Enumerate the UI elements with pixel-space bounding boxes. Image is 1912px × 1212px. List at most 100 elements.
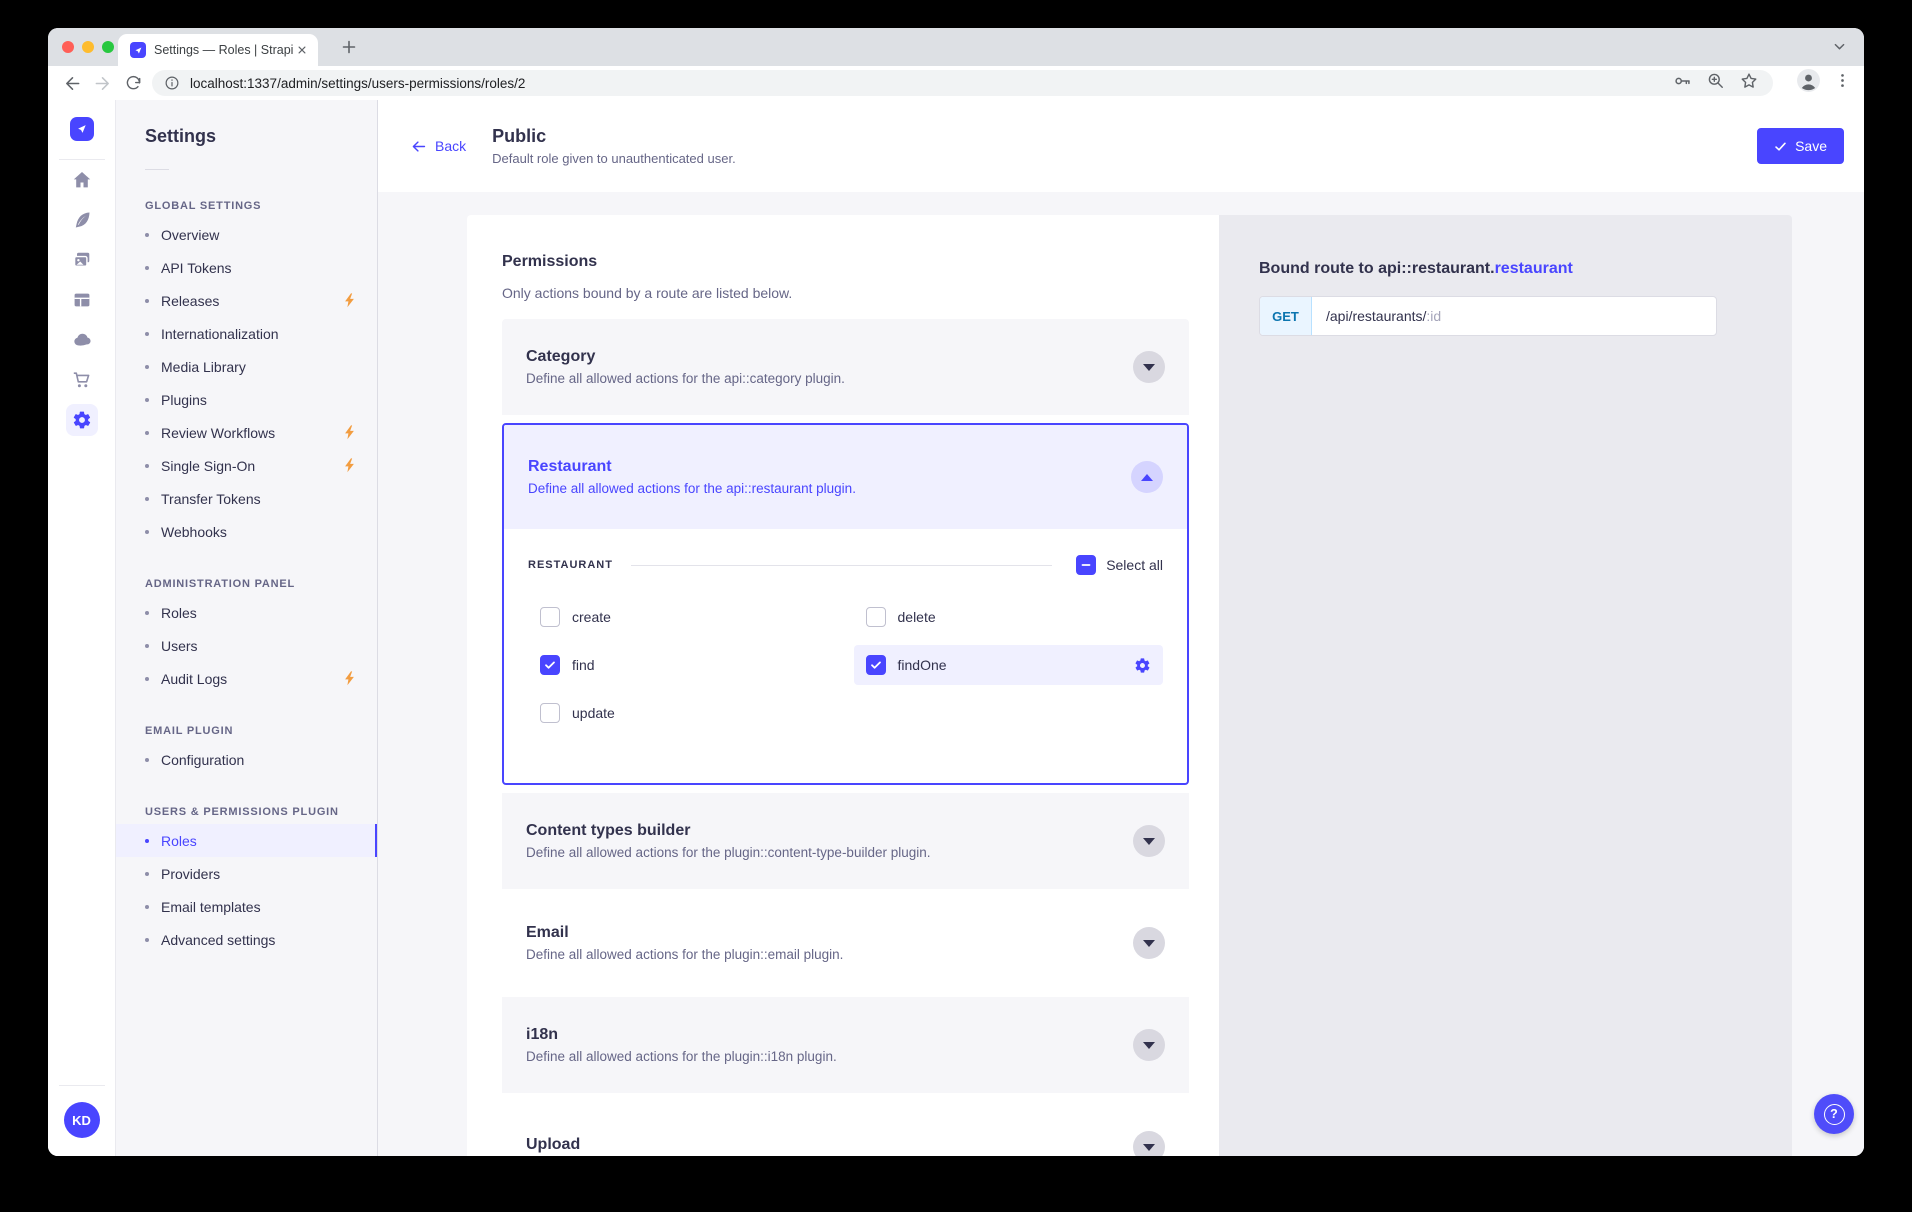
save-button[interactable]: Save bbox=[1757, 128, 1844, 164]
accordion-category[interactable]: Category Define all allowed actions for … bbox=[502, 319, 1189, 415]
bullet-icon bbox=[145, 530, 149, 534]
action-create[interactable]: create bbox=[528, 597, 838, 637]
url-bar[interactable]: localhost:1337/admin/settings/users-perm… bbox=[152, 70, 1773, 96]
user-avatar[interactable]: KD bbox=[64, 1102, 100, 1138]
back-nav-icon[interactable] bbox=[60, 71, 84, 95]
findone-checkbox[interactable] bbox=[866, 655, 886, 675]
sidebar-item-media-library[interactable]: Media Library bbox=[116, 350, 377, 383]
sidebar-item-admin-roles[interactable]: Roles bbox=[116, 596, 377, 629]
sidebar-item-releases[interactable]: Releases bbox=[116, 284, 377, 317]
bullet-icon bbox=[145, 497, 149, 501]
sidebar-item-internationalization[interactable]: Internationalization bbox=[116, 317, 377, 350]
media-library-icon[interactable] bbox=[62, 240, 102, 280]
back-link[interactable]: Back bbox=[410, 138, 466, 155]
strapi-app: KD Settings GLOBAL SETTINGS Overview API… bbox=[48, 100, 1864, 1156]
select-all-checkbox[interactable] bbox=[1076, 555, 1096, 575]
actions-grid: create delete bbox=[528, 597, 1163, 733]
bullet-icon bbox=[145, 905, 149, 909]
tab-search-chevron-icon[interactable] bbox=[1828, 36, 1850, 58]
expand-chevron-icon[interactable] bbox=[1133, 825, 1165, 857]
browser-tab[interactable]: Settings — Roles | Strapi bbox=[118, 34, 318, 66]
sidebar-item-email-templates[interactable]: Email templates bbox=[116, 890, 377, 923]
check-icon bbox=[870, 659, 882, 671]
find-checkbox[interactable] bbox=[540, 655, 560, 675]
fullscreen-window-button[interactable] bbox=[102, 41, 114, 53]
chrome-menu-icon[interactable] bbox=[1833, 71, 1852, 95]
action-delete[interactable]: delete bbox=[854, 597, 1164, 637]
indeterminate-minus-icon bbox=[1080, 559, 1092, 571]
section-administration-panel: ADMINISTRATION PANEL bbox=[116, 578, 377, 590]
sidebar-item-single-sign-on[interactable]: Single Sign-On bbox=[116, 449, 377, 482]
sidebar-item-transfer-tokens[interactable]: Transfer Tokens bbox=[116, 482, 377, 515]
sidebar-item-advanced-settings[interactable]: Advanced settings bbox=[116, 923, 377, 956]
action-findone[interactable]: findOne bbox=[854, 645, 1164, 685]
password-manager-icon[interactable] bbox=[1672, 71, 1692, 96]
browser-toolbar: localhost:1337/admin/settings/users-perm… bbox=[48, 66, 1864, 100]
zoom-page-icon[interactable] bbox=[1706, 71, 1725, 95]
premium-flash-icon bbox=[344, 293, 355, 308]
new-tab-button[interactable] bbox=[340, 38, 358, 56]
settings-sidebar: Settings GLOBAL SETTINGS Overview API To… bbox=[116, 100, 378, 1156]
reload-icon[interactable] bbox=[121, 71, 145, 95]
close-window-button[interactable] bbox=[62, 41, 74, 53]
minimize-window-button[interactable] bbox=[82, 41, 94, 53]
expand-chevron-icon[interactable] bbox=[1133, 927, 1165, 959]
tab-strip: Settings — Roles | Strapi bbox=[48, 28, 1864, 66]
sidebar-item-plugins[interactable]: Plugins bbox=[116, 383, 377, 416]
sidebar-item-audit-logs[interactable]: Audit Logs bbox=[116, 662, 377, 695]
expand-chevron-icon[interactable] bbox=[1133, 1029, 1165, 1061]
accordion-email[interactable]: Email Define all allowed actions for the… bbox=[502, 895, 1189, 991]
delete-checkbox[interactable] bbox=[866, 607, 886, 627]
content-type-builder-icon[interactable] bbox=[62, 280, 102, 320]
bookmark-star-icon[interactable] bbox=[1739, 71, 1759, 96]
strapi-favicon-icon bbox=[130, 42, 146, 58]
strapi-logo[interactable] bbox=[70, 117, 94, 141]
sidebar-item-providers[interactable]: Providers bbox=[116, 857, 377, 890]
sidebar-item-admin-users[interactable]: Users bbox=[116, 629, 377, 662]
cloud-deploy-icon[interactable] bbox=[62, 320, 102, 360]
update-checkbox[interactable] bbox=[540, 703, 560, 723]
action-update[interactable]: update bbox=[528, 693, 838, 733]
profile-avatar-icon[interactable] bbox=[1796, 68, 1821, 98]
accordion-restaurant-header[interactable]: Restaurant Define all allowed actions fo… bbox=[504, 425, 1187, 529]
page-subtitle: Default role given to unauthenticated us… bbox=[492, 151, 736, 166]
sidebar-item-up-roles[interactable]: Roles bbox=[116, 824, 377, 857]
premium-flash-icon bbox=[344, 458, 355, 473]
section-email-plugin: EMAIL PLUGIN bbox=[116, 725, 377, 737]
url-text[interactable]: localhost:1337/admin/settings/users-perm… bbox=[190, 76, 525, 91]
scroll-area[interactable]: Permissions Only actions bound by a rout… bbox=[378, 192, 1864, 1156]
premium-flash-icon bbox=[344, 425, 355, 440]
expand-chevron-icon[interactable] bbox=[1133, 351, 1165, 383]
accordion-restaurant-expanded: Restaurant Define all allowed actions fo… bbox=[502, 423, 1189, 785]
accordion-i18n[interactable]: i18n Define all allowed actions for the … bbox=[502, 997, 1189, 1093]
help-button[interactable]: ? bbox=[1814, 1094, 1854, 1134]
home-icon[interactable] bbox=[62, 160, 102, 200]
tab-close-icon[interactable] bbox=[294, 42, 310, 58]
settings-gear-icon[interactable] bbox=[66, 404, 98, 436]
main-nav-rail: KD bbox=[48, 100, 116, 1156]
sidebar-item-api-tokens[interactable]: API Tokens bbox=[116, 251, 377, 284]
expand-chevron-icon[interactable] bbox=[1133, 1131, 1165, 1156]
question-mark-icon: ? bbox=[1824, 1104, 1845, 1125]
collapse-chevron-icon[interactable] bbox=[1131, 461, 1163, 493]
create-checkbox[interactable] bbox=[540, 607, 560, 627]
group-divider-line bbox=[631, 565, 1052, 566]
action-find[interactable]: find bbox=[528, 645, 838, 685]
select-all-control[interactable]: Select all bbox=[1076, 555, 1163, 575]
sidebar-item-email-configuration[interactable]: Configuration bbox=[116, 743, 377, 776]
check-icon bbox=[1774, 140, 1787, 153]
action-settings-gear-icon[interactable] bbox=[1134, 657, 1151, 674]
marketplace-cart-icon[interactable] bbox=[62, 360, 102, 400]
bullet-icon bbox=[145, 365, 149, 369]
page-header: Back Public Default role given to unauth… bbox=[378, 100, 1864, 192]
site-info-icon[interactable] bbox=[164, 75, 180, 91]
forward-nav-icon[interactable] bbox=[90, 71, 114, 95]
sidebar-item-review-workflows[interactable]: Review Workflows bbox=[116, 416, 377, 449]
sidebar-item-webhooks[interactable]: Webhooks bbox=[116, 515, 377, 548]
content-manager-feather-icon[interactable] bbox=[62, 200, 102, 240]
bullet-icon bbox=[145, 233, 149, 237]
bullet-icon bbox=[145, 332, 149, 336]
accordion-content-types-builder[interactable]: Content types builder Define all allowed… bbox=[502, 793, 1189, 889]
sidebar-item-overview[interactable]: Overview bbox=[116, 218, 377, 251]
accordion-upload[interactable]: Upload bbox=[502, 1099, 1189, 1156]
